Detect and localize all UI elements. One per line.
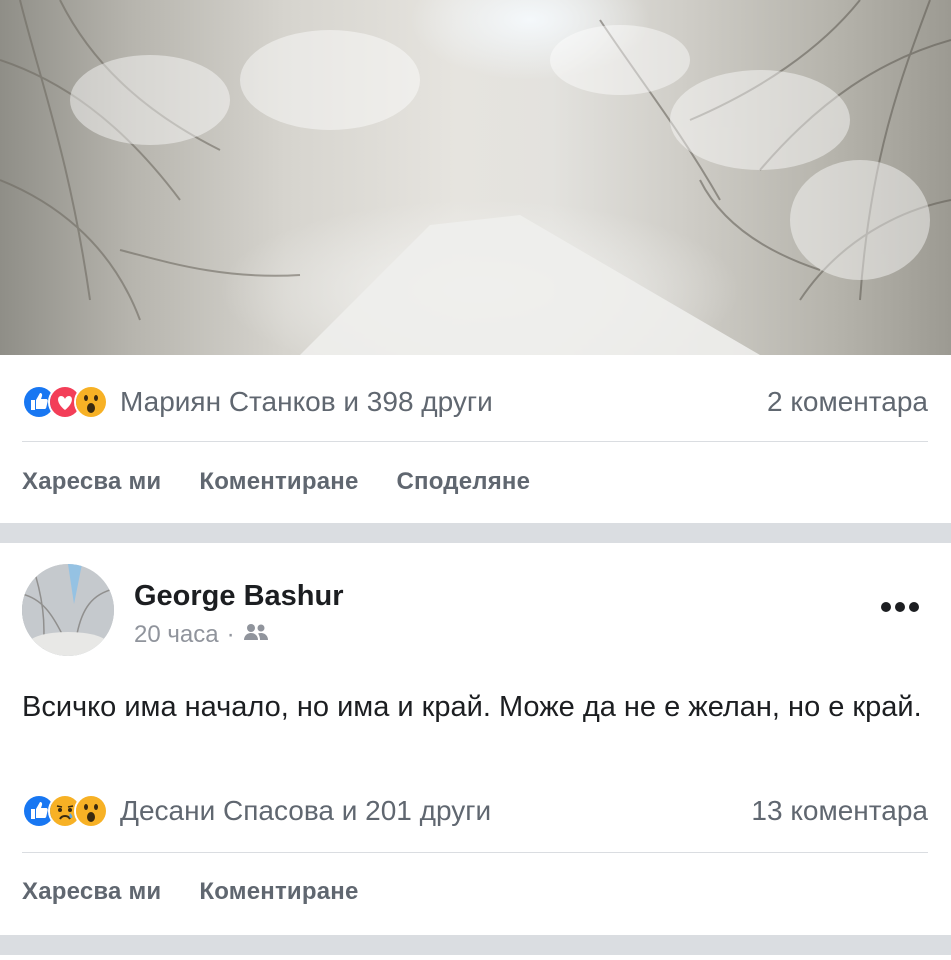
share-button[interactable]: Споделяне xyxy=(397,468,531,496)
divider xyxy=(22,441,928,442)
post-time[interactable]: 20 часа xyxy=(134,621,219,649)
post-separator xyxy=(0,935,951,955)
reactions-summary[interactable]: Мариян Станков и 398 други 2 коментара xyxy=(22,377,928,427)
reaction-emojis xyxy=(22,385,108,419)
reactions-text[interactable]: Мариян Станков и 398 други xyxy=(120,386,493,418)
friends-icon xyxy=(243,621,269,649)
reactions-left[interactable]: Мариян Станков и 398 други xyxy=(22,385,493,419)
reactions-text[interactable]: Десани Спасова и 201 други xyxy=(120,795,491,827)
post-separator xyxy=(0,523,951,543)
wow-icon xyxy=(74,794,108,828)
reaction-emojis xyxy=(22,794,108,828)
divider xyxy=(22,852,928,853)
like-button[interactable]: Харесва ми xyxy=(22,468,161,496)
more-options-icon[interactable] xyxy=(880,600,920,614)
like-button[interactable]: Харесва ми xyxy=(22,878,161,906)
comment-button[interactable]: Коментиране xyxy=(199,468,358,496)
comment-button[interactable]: Коментиране xyxy=(199,878,358,906)
reactions-left[interactable]: Десани Спасова и 201 други xyxy=(22,794,491,828)
comments-count[interactable]: 2 коментара xyxy=(767,386,928,418)
post-photo[interactable] xyxy=(0,0,951,355)
post-actions: Харесва ми Коментиране Споделяне xyxy=(22,468,530,496)
meta-separator: · xyxy=(226,621,235,648)
avatar[interactable] xyxy=(22,564,114,656)
wow-icon xyxy=(74,385,108,419)
author-name[interactable]: George Bashur xyxy=(134,580,344,613)
post-text: Всичко има начало, но има и край. Може д… xyxy=(22,691,922,723)
comments-count[interactable]: 13 коментара xyxy=(751,795,928,827)
reactions-summary[interactable]: Десани Спасова и 201 други 13 коментара xyxy=(22,786,928,836)
post-meta: 20 часа · xyxy=(134,621,269,649)
post-actions: Харесва ми Коментиране xyxy=(22,878,359,906)
